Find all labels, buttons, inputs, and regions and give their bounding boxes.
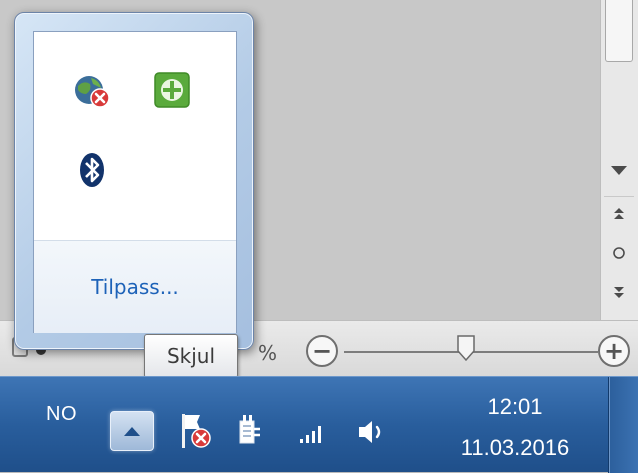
taskbar: NO 12:01 11.03.2016	[0, 376, 638, 473]
language-indicator[interactable]: NO	[46, 403, 77, 426]
popup-footer: Tilpass...	[34, 240, 236, 333]
show-desktop-button[interactable]	[608, 377, 638, 473]
notification-overflow-popup: Tilpass...	[14, 12, 254, 350]
next-page-icon[interactable]	[601, 276, 637, 310]
bluetooth-icon[interactable]	[72, 150, 112, 190]
network-signal-icon[interactable]	[298, 421, 328, 449]
power-plug-icon[interactable]	[234, 413, 264, 453]
scrollbar-thumb[interactable]	[605, 0, 633, 62]
popup-panel: Tilpass...	[33, 31, 237, 333]
show-hidden-icons-button[interactable]	[110, 411, 154, 451]
tooltip: Skjul	[144, 334, 238, 378]
tooltip-text: Skjul	[166, 344, 216, 368]
zoom-slider-thumb[interactable]	[456, 335, 476, 362]
action-center-flag-error-icon[interactable]	[178, 411, 212, 455]
minus-icon: −	[311, 337, 333, 365]
clock-date: 11.03.2016	[460, 435, 570, 460]
green-plus-shield-icon[interactable]	[152, 70, 192, 110]
scroll-down-icon[interactable]	[601, 154, 637, 188]
customize-link[interactable]: Tilpass...	[91, 275, 179, 299]
plus-icon: +	[603, 337, 625, 365]
show-hidden-icons-arrow-icon	[124, 427, 140, 436]
zoom-in-button[interactable]: +	[598, 335, 630, 367]
zoom-out-button[interactable]: −	[306, 335, 338, 367]
browse-object-icon[interactable]	[601, 236, 637, 270]
network-error-globe-icon[interactable]	[72, 72, 112, 112]
volume-speaker-icon[interactable]	[356, 417, 390, 451]
previous-page-icon[interactable]	[601, 196, 637, 230]
zoom-percent-label: %	[258, 341, 278, 365]
taskbar-clock[interactable]: 12:01 11.03.2016	[440, 391, 590, 461]
vertical-scrollbar[interactable]	[600, 0, 638, 320]
hidden-icons-area	[34, 32, 236, 240]
clock-time: 12:01	[487, 394, 543, 419]
